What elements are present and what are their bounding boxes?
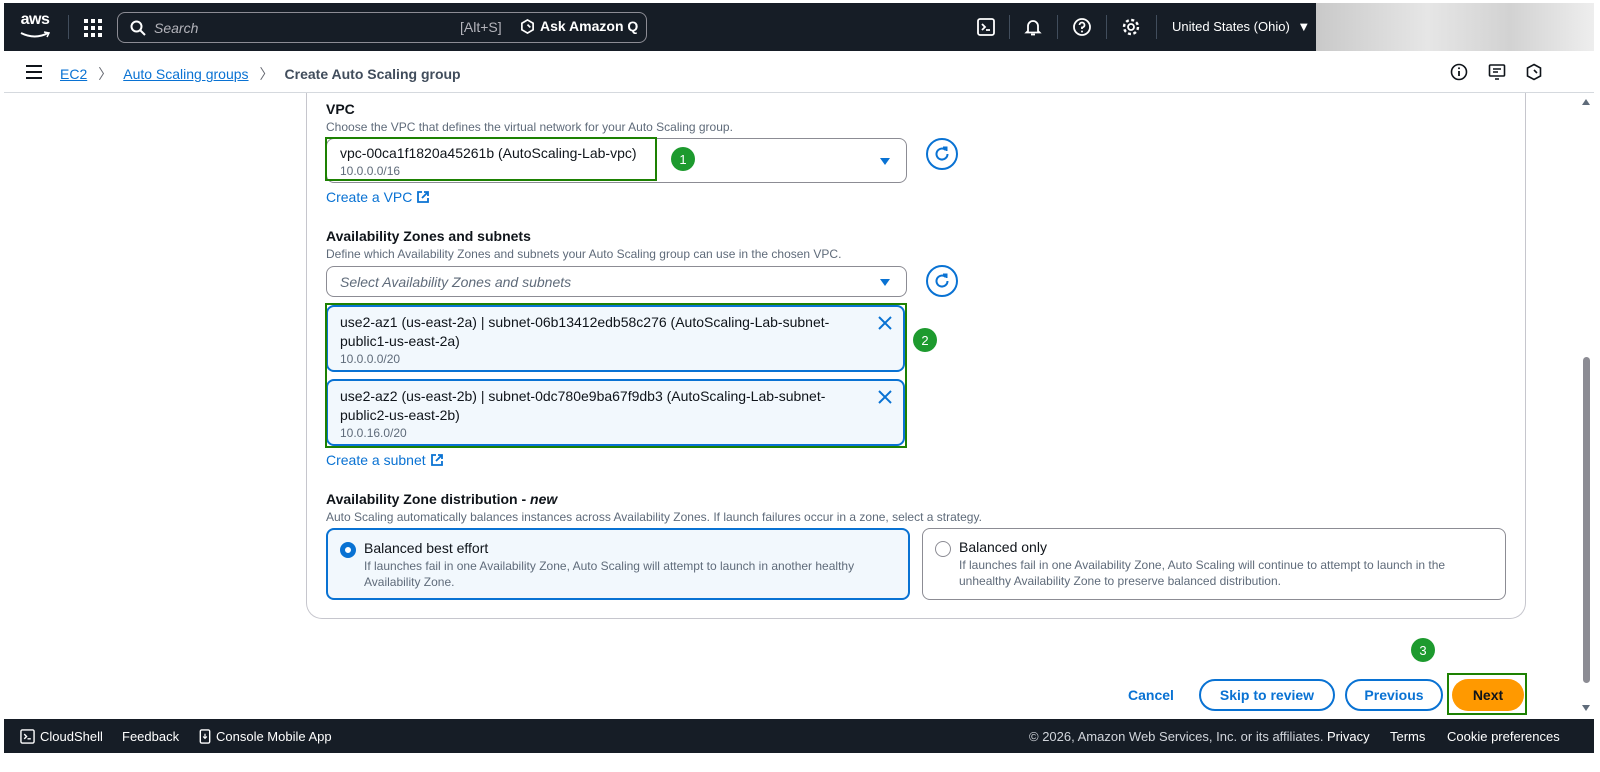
highlight-box-vpc [325,137,657,181]
divider [1009,15,1010,39]
search-input[interactable] [154,19,454,36]
hamburger-menu-icon[interactable] [26,65,42,79]
breadcrumb-bar: EC2 〉 Auto Scaling groups 〉 Create Auto … [4,51,1594,93]
breadcrumb-current: Create Auto Scaling group [284,66,461,82]
tutorial-panel-icon[interactable] [1488,63,1506,81]
radio-selected-icon [340,542,356,558]
external-link-icon [430,454,443,466]
distribution-description: Auto Scaling automatically balances inst… [326,510,982,524]
caret-down-icon: ▼ [1297,19,1311,34]
mobile-app-icon [199,729,211,744]
vertical-scrollbar[interactable] [1580,95,1592,717]
azs-multiselect[interactable]: Select Availability Zones and subnets [326,266,907,297]
radio-balanced-best-effort[interactable]: Balanced best effort If launches fail in… [326,528,910,600]
scrollbar-thumb[interactable] [1583,357,1590,683]
azs-description: Define which Availability Zones and subn… [326,247,842,261]
breadcrumb-auto-scaling-groups[interactable]: Auto Scaling groups [123,66,248,82]
radio-description: If launches fail in one Availability Zon… [959,558,1446,588]
mobile-app-label: Console Mobile App [216,729,332,744]
search-shortcut: [Alt+S] [460,19,502,35]
external-link-icon [417,191,430,203]
ask-amazon-q-label: Ask Amazon Q [540,18,639,34]
main-content: VPC Choose the VPC that defines the virt… [4,93,1594,719]
distribution-label-text: Availability Zone distribution - [326,491,531,507]
chevron-right-icon: 〉 [259,66,274,82]
footer-cookie-preferences[interactable]: Cookie preferences [1447,729,1560,744]
feedback-label: Feedback [122,729,180,744]
vpc-label: VPC [326,101,355,117]
search-bar[interactable]: [Alt+S] Ask Amazon Q [117,12,647,43]
region-label: United States (Ohio) [1172,19,1290,34]
refresh-vpc-button[interactable] [926,138,958,170]
footer-mobile-app[interactable]: Console Mobile App [199,729,332,744]
chevron-right-icon: 〉 [98,66,113,82]
azs-label: Availability Zones and subnets [326,228,531,244]
skip-to-review-button[interactable]: Skip to review [1199,679,1335,711]
footer: CloudShell Feedback Console Mobile App ©… [4,719,1594,753]
console-window: aws [Alt+S] Ask Amazon Q United States (… [4,3,1594,769]
info-icon[interactable] [1450,63,1468,81]
refresh-icon [935,273,949,288]
step-badge-3: 3 [1411,638,1435,662]
previous-button[interactable]: Previous [1345,679,1443,711]
copyright: © 2026, Amazon Web Services, Inc. or its… [1029,729,1324,744]
amazon-q-icon[interactable] [1525,63,1543,81]
cookie-preferences-label: Cookie preferences [1447,729,1560,744]
cloudshell-icon[interactable] [976,17,996,37]
step-badge-1: 1 [671,147,695,171]
footer-terms[interactable]: Terms [1390,729,1425,744]
azs-placeholder: Select Availability Zones and subnets [340,274,572,290]
divider [1057,15,1058,39]
cloudshell-icon [20,729,35,744]
aws-logo-text: aws [20,11,50,28]
scroll-up-icon[interactable] [1582,99,1590,105]
services-grid-icon[interactable] [84,19,102,37]
caret-down-icon [880,158,890,165]
region-selector[interactable]: United States (Ohio) ▼ [1172,19,1310,34]
footer-privacy[interactable]: Privacy [1327,729,1370,744]
highlight-box-next [1447,673,1527,715]
account-menu-redacted[interactable] [1316,3,1594,51]
help-icon[interactable] [1072,17,1092,37]
refresh-azs-button[interactable] [926,265,958,297]
cloudshell-label: CloudShell [40,729,103,744]
create-subnet-label: Create a subnet [326,452,426,468]
bell-icon[interactable] [1023,17,1043,37]
create-vpc-label: Create a VPC [326,189,413,205]
privacy-label: Privacy [1327,729,1370,744]
top-navigation: aws [Alt+S] Ask Amazon Q United States (… [4,3,1316,51]
divider [68,15,69,39]
distribution-label: Availability Zone distribution - new [326,491,557,507]
create-vpc-link[interactable]: Create a VPC [326,189,430,205]
new-tag: new [530,491,558,507]
radio-balanced-only[interactable]: Balanced only If launches fail in one Av… [922,528,1506,600]
cancel-button[interactable]: Cancel [1118,679,1184,711]
step-badge-2: 2 [913,328,937,352]
settings-icon[interactable] [1121,17,1141,37]
divider [1106,15,1107,39]
radio-title: Balanced only [959,539,1047,555]
refresh-icon [935,146,949,161]
aws-logo[interactable]: aws [18,11,52,43]
search-icon [130,20,146,36]
footer-feedback[interactable]: Feedback [122,729,179,744]
caret-down-icon [880,279,890,286]
create-subnet-link[interactable]: Create a subnet [326,452,444,468]
vpc-description: Choose the VPC that defines the virtual … [326,120,733,134]
highlight-box-subnets [325,303,907,448]
radio-description: If launches fail in one Availability Zon… [364,559,855,589]
breadcrumb: EC2 〉 Auto Scaling groups 〉 Create Auto … [60,64,461,84]
breadcrumb-ec2[interactable]: EC2 [60,66,87,82]
footer-cloudshell[interactable]: CloudShell [20,729,103,744]
ask-amazon-q-button[interactable]: Ask Amazon Q [520,18,638,34]
radio-unselected-icon [935,541,951,557]
divider [1156,15,1157,39]
amazon-q-icon [521,18,534,34]
scroll-down-icon[interactable] [1582,705,1590,711]
terms-label: Terms [1390,729,1426,744]
radio-title: Balanced best effort [364,540,489,556]
